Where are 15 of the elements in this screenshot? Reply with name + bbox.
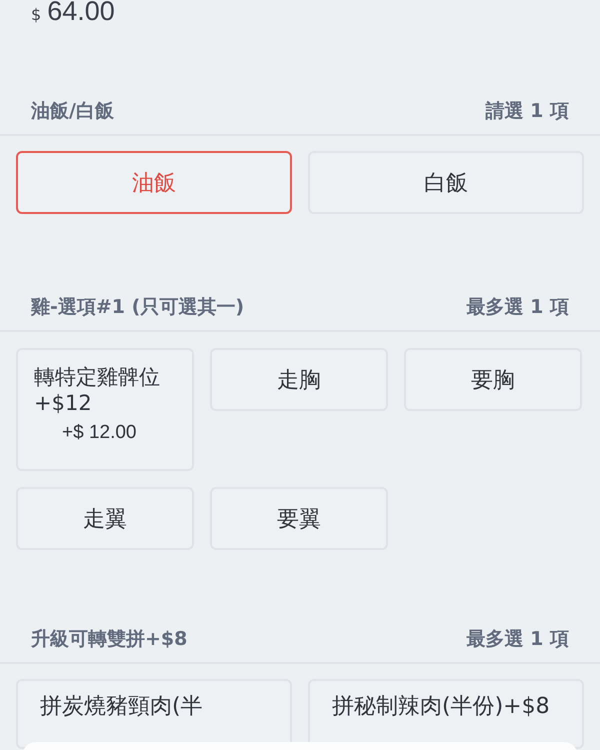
section-title: 升級可轉雙拼+$8	[31, 627, 188, 652]
selection-rule: 請選 1 項	[486, 99, 569, 124]
option-button[interactable]: 油飯	[16, 151, 292, 214]
price-amount: 64.00	[47, 0, 115, 27]
option-button[interactable]: 白飯	[308, 151, 584, 214]
option-button[interactable]: 轉特定雞髀位+$12 +$ 12.00	[16, 348, 194, 471]
option-button[interactable]: 要胸	[404, 348, 582, 411]
selection-rule: 最多選 1 項	[466, 295, 569, 320]
option-button[interactable]: 走胸	[210, 348, 388, 411]
option-button[interactable]: 走翼	[16, 487, 194, 550]
currency-symbol: $	[31, 5, 42, 24]
section-title: 油飯/白飯	[31, 99, 114, 124]
option-button[interactable]: 要翼	[210, 487, 388, 550]
selection-rule: 最多選 1 項	[466, 627, 569, 652]
section-title: 雞-選項#1 (只可選其一)	[31, 295, 244, 320]
